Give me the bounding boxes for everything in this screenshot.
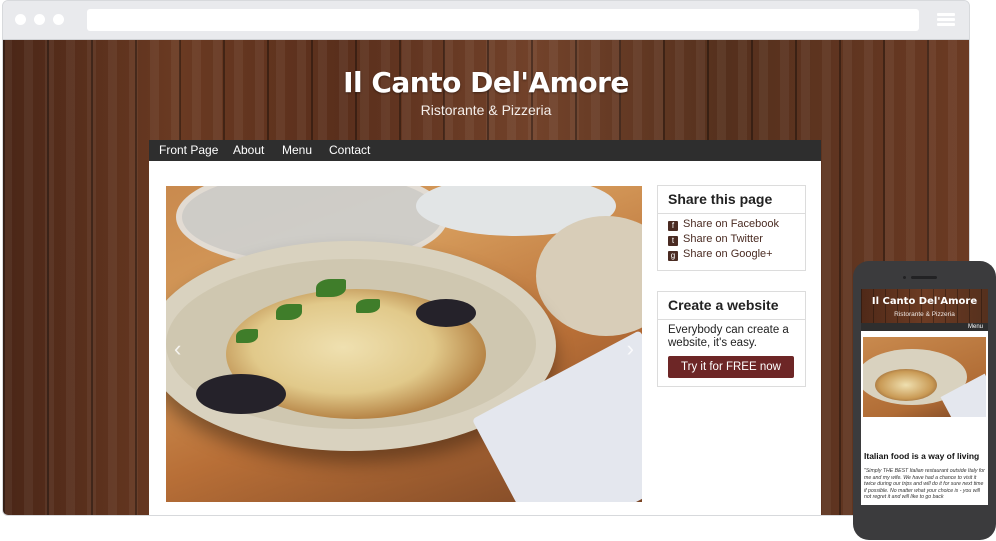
- hero-image-slider[interactable]: ‹ ›: [166, 186, 642, 502]
- mobile-nav: Menu: [861, 323, 988, 331]
- herb: [356, 299, 380, 313]
- browser-window: Il Canto Del'Amore Ristorante & Pizzeria…: [2, 0, 970, 516]
- mobile-screen: Il Canto Del'Amore Ristorante & Pizzeria…: [861, 289, 988, 505]
- nav-item-menu[interactable]: Menu: [282, 143, 312, 157]
- herb: [236, 329, 258, 343]
- nav-item-about[interactable]: About: [233, 143, 264, 157]
- mobile-phone-mockup: Il Canto Del'Amore Ristorante & Pizzeria…: [853, 261, 996, 540]
- nav-item-front-page[interactable]: Front Page: [159, 143, 218, 157]
- google-plus-icon: g: [668, 251, 678, 261]
- site-subtitle: Ristorante & Pizzeria: [420, 102, 552, 118]
- site-title: Il Canto Del'Amore: [343, 66, 629, 99]
- speaker-icon: [911, 276, 937, 279]
- create-website-widget: Create a website Everybody can create a …: [657, 291, 806, 387]
- mobile-header: Il Canto Del'Amore Ristorante & Pizzeria: [861, 289, 988, 323]
- try-free-button[interactable]: Try it for FREE now: [668, 356, 794, 378]
- mobile-site-subtitle: Ristorante & Pizzeria: [894, 311, 955, 318]
- mobile-hero-image: [863, 337, 986, 417]
- mobile-menu-button[interactable]: Menu: [968, 323, 983, 331]
- mussel: [196, 374, 286, 414]
- camera-icon: [903, 276, 906, 279]
- address-bar[interactable]: [87, 9, 919, 31]
- content-area: ‹ › Share this page f Share on Facebook t…: [149, 161, 821, 515]
- twitter-icon: t: [668, 236, 678, 246]
- create-widget-text: Everybody can create a website, it's eas…: [668, 324, 789, 349]
- mobile-quote: "Simply THE BEST Italian restaurant outs…: [864, 468, 985, 501]
- nav-item-contact[interactable]: Contact: [329, 143, 370, 157]
- facebook-icon: f: [668, 221, 678, 231]
- mobile-site-title: Il Canto Del'Amore: [871, 296, 978, 307]
- window-dot-icon: [34, 14, 45, 25]
- share-widget: Share this page f Share on Facebook t Shar…: [657, 185, 806, 271]
- herb: [316, 279, 346, 297]
- window-dot-icon: [15, 14, 26, 25]
- website-page: Il Canto Del'Amore Ristorante & Pizzeria…: [3, 40, 969, 515]
- mussel: [416, 299, 476, 327]
- hamburger-menu-icon[interactable]: [937, 13, 955, 27]
- mobile-heading: Italian food is a way of living: [864, 451, 980, 461]
- slider-next-icon[interactable]: ›: [627, 336, 634, 362]
- window-dot-icon: [53, 14, 64, 25]
- share-widget-title: Share this page: [668, 191, 773, 207]
- share-twitter-link[interactable]: t Share on Twitter: [668, 233, 763, 246]
- create-widget-title: Create a website: [668, 297, 779, 313]
- divider: [658, 319, 805, 320]
- herb: [276, 304, 302, 320]
- browser-toolbar: [3, 1, 969, 40]
- share-facebook-link[interactable]: f Share on Facebook: [668, 218, 779, 231]
- divider: [658, 213, 805, 214]
- main-nav: Front Page About Menu Contact: [149, 140, 821, 161]
- slider-prev-icon[interactable]: ‹: [174, 336, 181, 362]
- share-google-plus-link[interactable]: g Share on Google+: [668, 248, 773, 261]
